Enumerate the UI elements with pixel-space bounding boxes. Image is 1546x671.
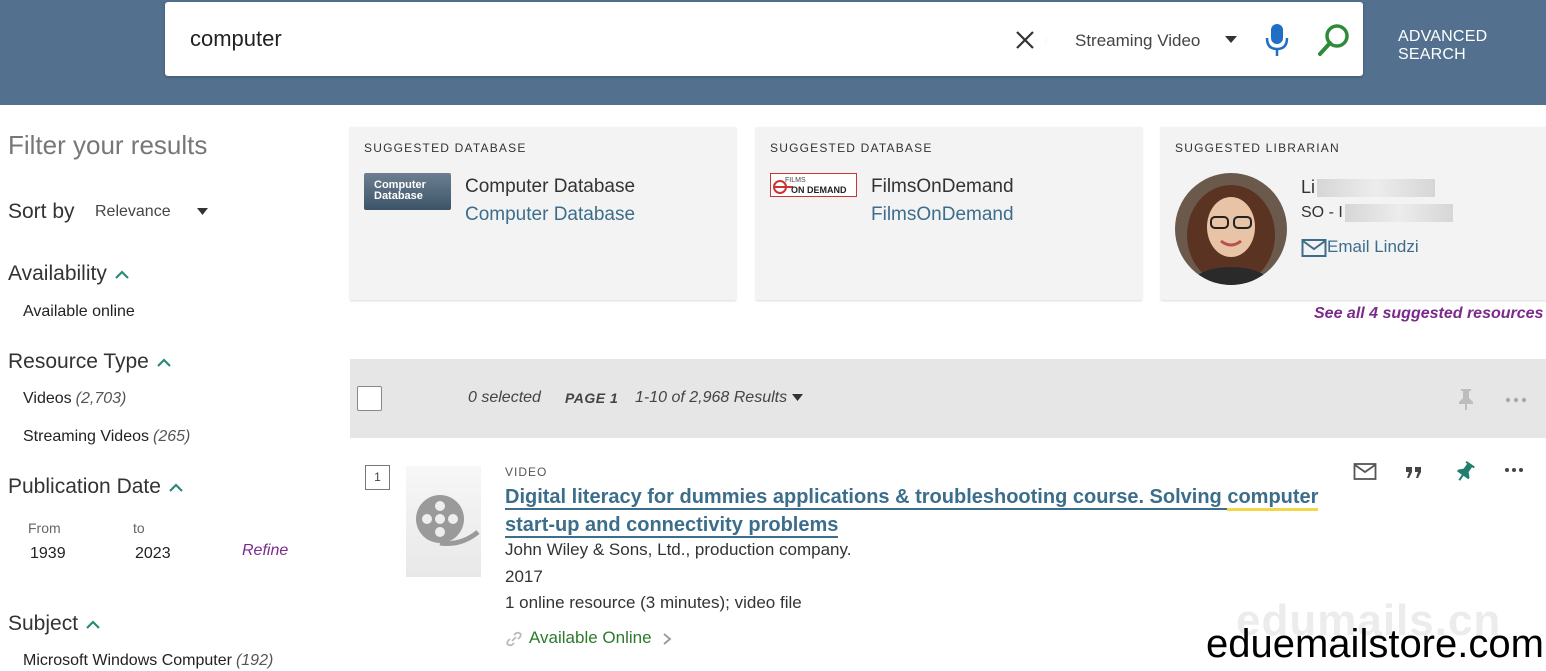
results-range[interactable]: 1-10 of 2,968 Results [635, 389, 787, 407]
facet-heading: Publication Date [8, 475, 161, 498]
date-to-input[interactable]: 2023 [135, 545, 171, 563]
facet-resource-type[interactable]: Resource Type [8, 350, 171, 374]
title-highlight: computer [1227, 486, 1319, 511]
availability-label: Available Online [529, 628, 652, 647]
result-number: 1 [365, 465, 390, 490]
result-title-link[interactable]: Digital literacy for dummies application… [505, 483, 1325, 539]
facet-item-label: Videos [23, 390, 72, 407]
result-type: VIDEO [505, 465, 548, 479]
envelope-icon [1301, 238, 1327, 257]
facet-heading: Resource Type [8, 350, 149, 373]
date-from-label: From [28, 520, 61, 536]
chevron-right-icon [662, 632, 671, 645]
result-description: 1 online resource (3 minutes); video fil… [505, 593, 802, 612]
redacted-text [1344, 204, 1453, 222]
select-all-checkbox[interactable] [357, 386, 382, 411]
sort-label: Sort by [8, 200, 75, 223]
chevron-up-icon [157, 358, 171, 367]
database-name: FilmsOnDemand [871, 176, 1014, 197]
chevron-down-icon[interactable] [791, 393, 804, 402]
microphone-icon[interactable] [1262, 22, 1292, 58]
facet-item-videos[interactable]: Videos (2,703) [23, 390, 126, 408]
facet-item-label: Streaming Videos [23, 428, 149, 445]
email-icon[interactable] [1353, 462, 1377, 482]
watermark-store: eduemailstore.com [1206, 622, 1544, 666]
films-on-demand-logo: FILMS ON DEMAND [770, 173, 857, 197]
avatar [1175, 173, 1287, 285]
facet-item-count: (192) [235, 652, 274, 669]
clear-icon[interactable] [1013, 28, 1037, 52]
divider [1045, 38, 1047, 44]
facet-availability[interactable]: Availability [8, 262, 129, 286]
email-librarian-link[interactable]: Email Lindzi [1301, 237, 1419, 258]
date-to-label: to [133, 520, 145, 536]
card-label: SUGGESTED DATABASE [770, 141, 933, 155]
sort-select[interactable]: Relevance [95, 203, 171, 221]
svg-text:ON DEMAND: ON DEMAND [791, 185, 847, 195]
available-online-link[interactable]: Available Online [505, 628, 672, 648]
pin-icon[interactable] [1454, 460, 1476, 484]
date-from-input[interactable]: 1939 [30, 545, 66, 563]
facet-item-available-online[interactable]: Available online [23, 303, 135, 321]
facet-item-microsoft-windows-computer[interactable]: Microsoft Windows Computer (192) [23, 652, 273, 670]
search-input[interactable]: computer [190, 26, 282, 52]
more-options-icon[interactable] [1504, 467, 1524, 473]
chevron-down-icon[interactable] [1224, 35, 1238, 44]
chevron-up-icon [115, 270, 129, 279]
title-text: Digital literacy for dummies application… [505, 486, 1228, 510]
chevron-up-icon [169, 483, 183, 492]
svg-text:FILMS: FILMS [785, 177, 806, 184]
facet-subject[interactable]: Subject [8, 612, 100, 636]
refine-button[interactable]: Refine [242, 542, 288, 560]
chevron-down-icon[interactable] [196, 207, 209, 216]
facet-heading: Subject [8, 612, 79, 635]
librarian-dept-text: SO - I [1301, 204, 1343, 222]
card-label: SUGGESTED LIBRARIAN [1175, 141, 1340, 155]
selected-count: 0 selected [468, 389, 541, 406]
facet-item-label: Microsoft Windows Computer [23, 652, 232, 669]
suggested-database-card: SUGGESTED DATABASE FILMS ON DEMAND Films… [756, 127, 1142, 300]
search-icon[interactable] [1317, 23, 1351, 57]
chevron-up-icon [86, 620, 100, 629]
computer-database-logo: Computer Database [364, 173, 451, 210]
title-text: start-up and connectivity problems [505, 514, 839, 538]
suggested-librarian-card: SUGGESTED LIBRARIAN Li SO - I Email Lind… [1161, 127, 1546, 300]
facet-item-count: (2,703) [75, 390, 127, 407]
pin-icon[interactable] [1456, 387, 1476, 411]
database-name: Computer Database [465, 176, 636, 197]
librarian-dept: SO - I [1301, 204, 1453, 222]
facet-publication-date[interactable]: Publication Date [8, 475, 183, 499]
film-reel-icon [416, 495, 480, 546]
see-all-suggested-link[interactable]: See all 4 suggested resources [1314, 305, 1543, 323]
redacted-text [1317, 179, 1436, 198]
link-icon [506, 631, 522, 646]
card-label: SUGGESTED DATABASE [364, 141, 527, 155]
database-link[interactable]: Computer Database [465, 204, 635, 226]
page-indicator: PAGE 1 [565, 390, 619, 406]
more-options-icon[interactable] [1505, 397, 1527, 403]
top-search-bar: computer Streaming Video ADVANCED SEARCH [0, 0, 1546, 105]
facet-item-label: Available online [23, 303, 135, 320]
result-publisher: John Wiley & Sons, Ltd., production comp… [505, 540, 852, 559]
facet-heading: Availability [8, 262, 107, 285]
scope-select[interactable]: Streaming Video [1075, 31, 1200, 51]
librarian-name-text: Li [1301, 177, 1316, 197]
email-label: Email Lindzi [1327, 237, 1419, 256]
database-link[interactable]: FilmsOnDemand [871, 204, 1014, 226]
video-thumbnail[interactable] [406, 466, 481, 577]
cite-icon[interactable] [1405, 464, 1423, 480]
search-box[interactable]: computer Streaming Video [165, 2, 1363, 76]
filter-title: Filter your results [8, 130, 208, 160]
result-year: 2017 [505, 567, 543, 586]
results-toolbar: 0 selected PAGE 1 1-10 of 2,968 Results [350, 359, 1546, 438]
advanced-search-link[interactable]: ADVANCED SEARCH [1398, 28, 1546, 64]
facet-item-count: (265) [153, 428, 191, 445]
facet-item-streaming-videos[interactable]: Streaming Videos (265) [23, 428, 190, 446]
librarian-name: Li [1301, 177, 1436, 198]
suggested-database-card: SUGGESTED DATABASE Computer Database Comp… [350, 127, 736, 300]
